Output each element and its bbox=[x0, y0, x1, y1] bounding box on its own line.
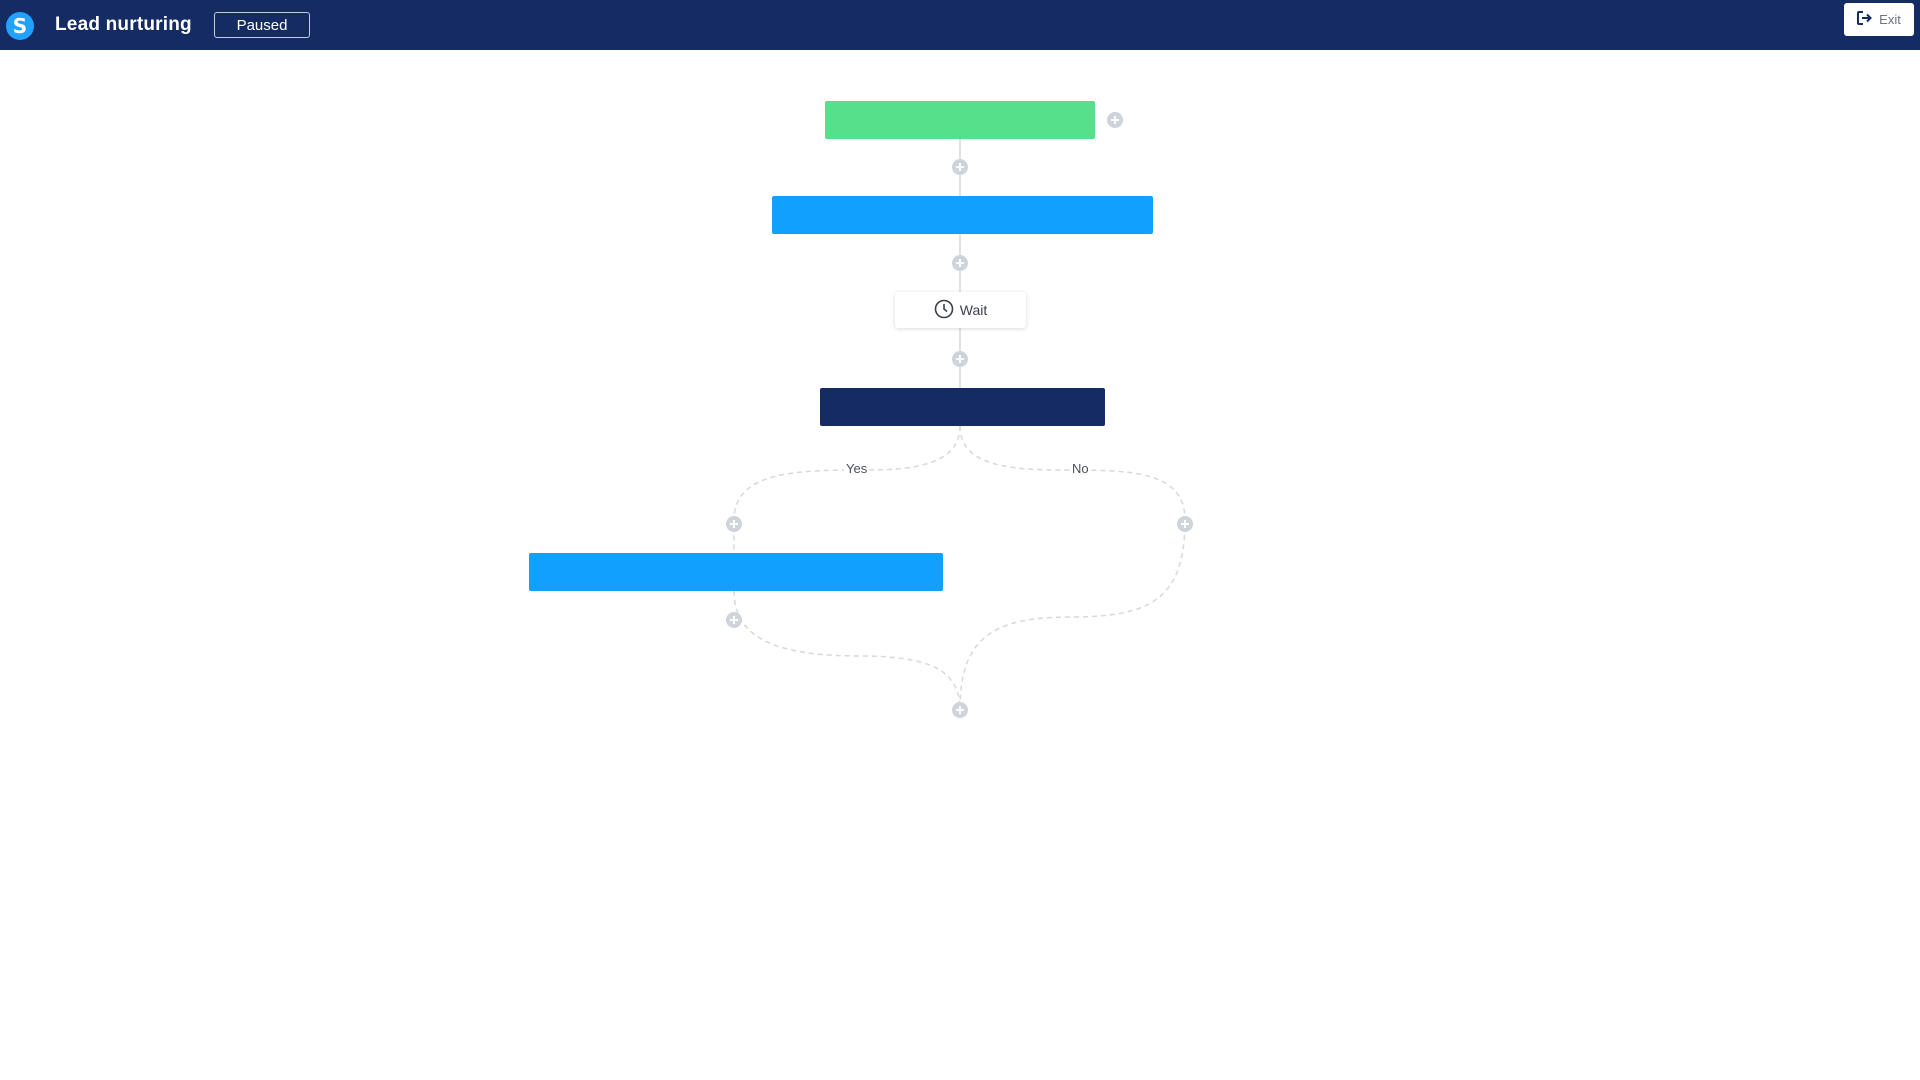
plus-circle-icon bbox=[956, 163, 964, 171]
plus-circle-icon bbox=[1111, 116, 1119, 124]
action-node[interactable] bbox=[529, 553, 943, 591]
exit-label: Exit bbox=[1879, 12, 1901, 27]
branch-label-yes: Yes bbox=[844, 461, 870, 476]
exit-button[interactable]: Exit bbox=[1844, 3, 1914, 36]
add-step-button[interactable] bbox=[952, 159, 968, 175]
clock-icon bbox=[934, 299, 954, 322]
trigger-node[interactable] bbox=[825, 101, 1095, 139]
add-step-button[interactable] bbox=[952, 702, 968, 718]
top-bar: S Lead nurturing Paused Exit bbox=[0, 0, 1920, 50]
wait-label: Wait bbox=[959, 302, 988, 318]
plus-circle-icon bbox=[956, 259, 964, 267]
add-step-button[interactable] bbox=[726, 516, 742, 532]
branch-label-no: No bbox=[1070, 461, 1091, 476]
plus-circle-icon bbox=[730, 520, 738, 528]
plus-circle-icon bbox=[1181, 520, 1189, 528]
condition-node[interactable] bbox=[820, 388, 1105, 426]
plus-circle-icon bbox=[730, 616, 738, 624]
app-logo[interactable]: S bbox=[6, 12, 34, 40]
plus-circle-icon bbox=[956, 355, 964, 363]
workflow-title: Lead nurturing bbox=[55, 14, 192, 35]
add-step-button[interactable] bbox=[952, 255, 968, 271]
wait-node[interactable]: Wait bbox=[895, 292, 1026, 328]
add-step-button[interactable] bbox=[1177, 516, 1193, 532]
sign-out-icon bbox=[1857, 11, 1873, 28]
plus-circle-icon bbox=[956, 706, 964, 714]
action-node[interactable] bbox=[772, 196, 1153, 234]
status-badge: Paused bbox=[214, 12, 310, 38]
add-step-button[interactable] bbox=[726, 612, 742, 628]
add-step-button[interactable] bbox=[1107, 112, 1123, 128]
add-step-button[interactable] bbox=[952, 351, 968, 367]
